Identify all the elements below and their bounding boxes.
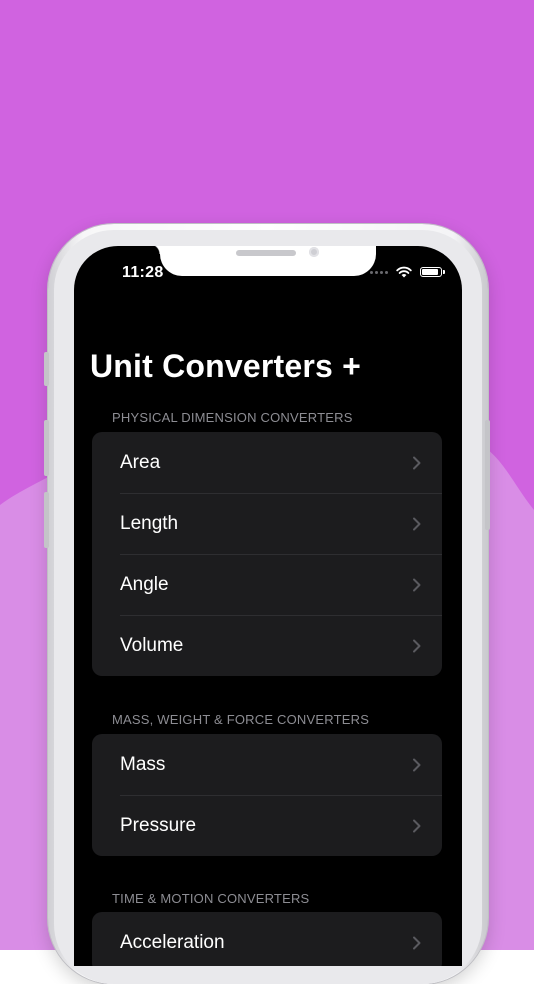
list-item-label: Mass [120, 753, 166, 775]
speaker-grille [236, 250, 296, 256]
group-physical-dimension: Area Length Angle Volume [92, 432, 442, 676]
list-item-label: Pressure [120, 814, 197, 836]
list-item-label: Area [120, 451, 161, 473]
status-time: 11:28 [122, 264, 164, 281]
power-button [485, 420, 490, 530]
section-header-mass-weight-force: MASS, WEIGHT & FORCE CONVERTERS [112, 712, 370, 727]
list-item-acceleration[interactable]: Acceleration [92, 912, 442, 966]
group-mass-weight-force: Mass Pressure [92, 734, 442, 856]
chevron-right-icon [413, 936, 421, 949]
chevron-right-icon [413, 819, 421, 832]
list-item-label: Acceleration [120, 931, 225, 953]
chevron-right-icon [413, 456, 421, 469]
list-item-volume[interactable]: Volume [92, 615, 442, 676]
chevron-right-icon [413, 758, 421, 771]
section-header-time-motion: TIME & MOTION CONVERTERS [112, 891, 310, 906]
cellular-signal-icon [370, 270, 388, 274]
list-item-label: Volume [120, 634, 184, 656]
status-icons [370, 266, 445, 278]
list-item-mass[interactable]: Mass [92, 734, 442, 795]
chevron-right-icon [413, 639, 421, 652]
wifi-icon [396, 266, 412, 278]
list-item-label: Angle [120, 573, 169, 595]
list-item-length[interactable]: Length [92, 493, 442, 554]
list-item-label: Length [120, 512, 179, 534]
battery-icon [420, 267, 445, 277]
list-item-angle[interactable]: Angle [92, 554, 442, 615]
list-item-pressure[interactable]: Pressure [92, 795, 442, 856]
front-camera [309, 247, 319, 257]
list-item-area[interactable]: Area [92, 432, 442, 493]
mute-switch [44, 352, 49, 386]
phone-screen: 11:28 Unit Converters + PHYSICAL DIMENSI… [74, 246, 462, 966]
group-time-motion: Acceleration [92, 912, 442, 966]
section-header-physical-dimension: PHYSICAL DIMENSION CONVERTERS [112, 410, 353, 425]
volume-up-button [44, 420, 49, 476]
page-title: Unit Converters + [90, 348, 362, 384]
chevron-right-icon [413, 517, 421, 530]
chevron-right-icon [413, 578, 421, 591]
volume-down-button [44, 492, 49, 548]
